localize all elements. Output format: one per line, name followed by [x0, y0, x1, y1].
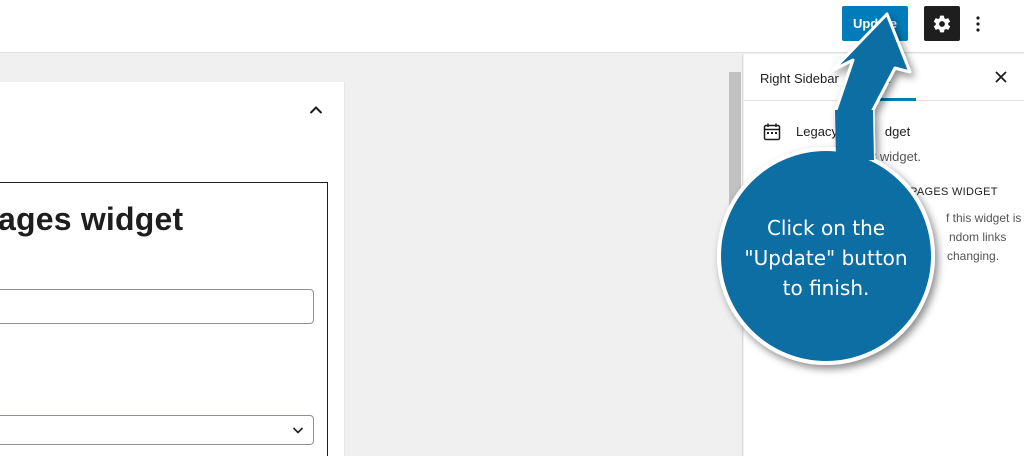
more-options-button[interactable] — [968, 8, 988, 40]
tab-block[interactable]: k — [842, 54, 916, 101]
editor-header: Update — [0, 0, 1024, 53]
editor-canvas: ages widget — [0, 54, 727, 456]
widget-area-panel: ages widget — [0, 82, 345, 456]
chevron-up-icon[interactable] — [306, 100, 326, 120]
vertical-dots-icon — [976, 16, 980, 32]
close-icon[interactable] — [992, 68, 1010, 86]
scrollbar-thumb[interactable] — [729, 72, 741, 222]
block-name: Legacy dget — [796, 124, 911, 139]
sidebar-tabs: Right Sidebar k — [744, 54, 1024, 101]
update-button[interactable]: Update — [842, 6, 908, 41]
section-heading: PAGES WIDGET — [910, 186, 998, 198]
title-input[interactable] — [0, 289, 314, 324]
block-description: acy widget. — [856, 149, 922, 164]
chevron-down-icon — [292, 427, 304, 434]
settings-button[interactable] — [924, 6, 960, 41]
widget-title: ages widget — [0, 201, 184, 237]
callout-text: Click on the "Update" button to finish. — [744, 216, 908, 300]
calendar-icon — [763, 123, 781, 141]
legacy-widget-form: ages widget — [0, 182, 328, 456]
gear-icon — [933, 15, 951, 32]
tab-right-sidebar[interactable]: Right Sidebar — [760, 71, 839, 86]
sort-select[interactable] — [0, 415, 314, 445]
tab-block-label: k — [884, 71, 891, 86]
